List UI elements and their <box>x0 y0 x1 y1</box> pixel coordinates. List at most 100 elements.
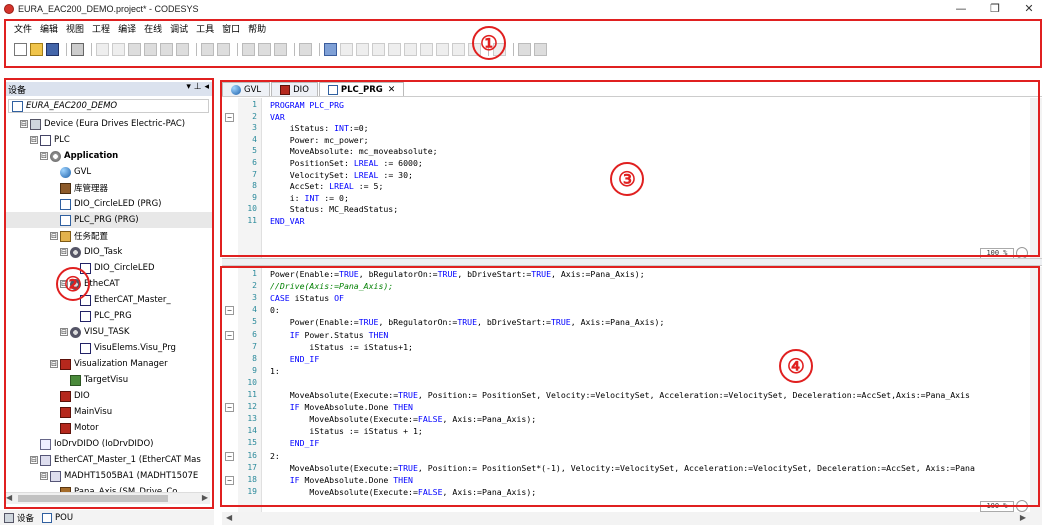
cart-icon[interactable] <box>534 42 547 56</box>
editor-splitter[interactable] <box>222 258 1042 266</box>
undo-icon[interactable] <box>96 42 109 56</box>
add-object-icon[interactable] <box>258 42 271 56</box>
paste-icon[interactable] <box>160 42 173 56</box>
tab-dio[interactable]: DIO <box>271 82 318 96</box>
implementation-zoom-level[interactable]: 100 % <box>980 501 1014 512</box>
tree-item[interactable]: ⊟ VISU_TASK <box>4 324 213 340</box>
scroll-right-arrow-icon[interactable]: ▶ <box>1020 513 1026 522</box>
tree-item[interactable]: ⊟ Device (Eura Drives Electric-PAC) <box>4 116 213 132</box>
zoom-magnifier-icon[interactable] <box>1016 500 1028 512</box>
tree-item[interactable]: VisuElems.Visu_Prg <box>4 340 213 356</box>
tree-item[interactable]: IoDrvDIDO (IoDrvDIDO) <box>4 436 213 452</box>
menu-file[interactable]: 文件 <box>14 22 32 35</box>
tree-item[interactable]: ⊟ 任务配置 <box>4 228 213 244</box>
collapse-toggle-icon[interactable]: ⊟ <box>30 136 38 144</box>
menu-edit[interactable]: 编辑 <box>40 22 58 35</box>
tree-item[interactable]: TargetVisu <box>4 372 213 388</box>
fold-toggle-icon[interactable]: − <box>225 112 234 122</box>
start-icon[interactable] <box>356 42 369 56</box>
logout-icon[interactable] <box>340 42 353 56</box>
redo-icon[interactable] <box>112 42 125 56</box>
tree-item[interactable]: Motor <box>4 420 213 436</box>
delete-icon[interactable] <box>176 42 189 56</box>
tree-item[interactable]: 库管理器 <box>4 180 213 196</box>
tree-item[interactable]: ⊟ EtherCAT_Master_1 (EtherCAT Mas <box>4 452 213 468</box>
menu-build[interactable]: 编译 <box>118 22 136 35</box>
collapse-toggle-icon[interactable]: ⊟ <box>40 152 48 160</box>
maximize-button[interactable]: ❐ <box>978 0 1012 18</box>
step-out-icon[interactable] <box>452 42 465 56</box>
fold-toggle-icon[interactable]: − <box>225 403 234 413</box>
open-project-icon[interactable] <box>30 42 43 56</box>
project-root-selector[interactable]: EURA_EAC200_DEMO <box>8 99 209 113</box>
menu-debug[interactable]: 调试 <box>170 22 188 35</box>
minimize-button[interactable]: — <box>944 0 978 18</box>
tree-item[interactable]: DIO_CircleLED <box>4 260 213 276</box>
new-project-icon[interactable] <box>14 42 27 56</box>
declaration-vertical-scrollbar[interactable] <box>1030 98 1042 258</box>
menu-help[interactable]: 帮助 <box>248 22 266 35</box>
tree-item[interactable]: GVL <box>4 164 213 180</box>
tree-item[interactable]: ⊟ Visualization Manager <box>4 356 213 372</box>
menu-project[interactable]: 工程 <box>92 22 110 35</box>
tree-item[interactable]: PLC_PRG (PRG) <box>4 212 213 228</box>
menu-view[interactable]: 视图 <box>66 22 84 35</box>
scroll-left-arrow-icon[interactable]: ◀ <box>6 493 12 502</box>
build-icon[interactable] <box>242 42 255 56</box>
menu-tools[interactable]: 工具 <box>196 22 214 35</box>
copy-icon[interactable] <box>144 42 157 56</box>
menu-online[interactable]: 在线 <box>144 22 162 35</box>
tab-gvl[interactable]: GVL <box>222 82 271 96</box>
panel-header-buttons[interactable]: ▾ ⊥ ◂ <box>186 82 209 92</box>
print-icon[interactable] <box>71 42 84 56</box>
devices-horizontal-scrollbar[interactable]: ◀ ▶ <box>4 492 210 504</box>
tree-item[interactable]: ⊟ EtheCAT <box>4 276 213 292</box>
tab-devices[interactable]: 设备 <box>4 512 34 524</box>
tree-item[interactable]: ⊟ MADHT1505BA1 (MADHT1507E <box>4 468 213 484</box>
tree-item[interactable]: DIO_CircleLED (PRG) <box>4 196 213 212</box>
tree-item[interactable]: ⊟ Application <box>4 148 213 164</box>
stop-icon[interactable] <box>372 42 385 56</box>
tab-plc-prg[interactable]: PLC_PRG ✕ <box>318 82 405 96</box>
login-icon[interactable] <box>324 42 337 56</box>
tree-item[interactable]: MainVisu <box>4 404 213 420</box>
scroll-left-arrow-icon[interactable]: ◀ <box>226 513 232 522</box>
tree-item[interactable]: ⊟ PLC <box>4 132 213 148</box>
collapse-toggle-icon[interactable]: ⊟ <box>50 232 58 240</box>
cut-icon[interactable] <box>128 42 141 56</box>
zoom-magnifier-icon[interactable] <box>1016 247 1028 258</box>
replace-icon[interactable] <box>217 42 230 56</box>
collapse-toggle-icon[interactable]: ⊟ <box>50 360 58 368</box>
find-icon[interactable] <box>201 42 214 56</box>
tree-item[interactable]: DIO <box>4 388 213 404</box>
device-scan-icon[interactable] <box>518 42 531 56</box>
collapse-toggle-icon[interactable]: ⊟ <box>40 472 48 480</box>
tab-pou[interactable]: POU <box>42 512 73 523</box>
scroll-right-arrow-icon[interactable]: ▶ <box>202 493 208 502</box>
properties-icon[interactable] <box>274 42 287 56</box>
fold-toggle-icon[interactable]: − <box>225 306 234 316</box>
collapse-toggle-icon[interactable]: ⊟ <box>30 456 38 464</box>
close-tab-icon[interactable]: ✕ <box>388 85 396 95</box>
collapse-toggle-icon[interactable]: ⊟ <box>60 248 68 256</box>
window-layout-icon[interactable] <box>299 42 312 56</box>
collapse-toggle-icon[interactable]: ⊟ <box>20 120 28 128</box>
breakpoint-icon[interactable] <box>404 42 417 56</box>
tree-item[interactable]: PLC_PRG <box>4 308 213 324</box>
implementation-editor[interactable]: − − − − − 1 2 3 4 5 6 7 8 9 10 11 12 13 14 15 16 17 18 19 Powe… <box>222 267 1030 512</box>
step-into-icon[interactable] <box>436 42 449 56</box>
scroll-thumb[interactable] <box>18 495 168 502</box>
fold-toggle-icon[interactable]: − <box>225 475 234 485</box>
collapse-toggle-icon[interactable]: ⊟ <box>60 328 68 336</box>
reset-icon[interactable] <box>388 42 401 56</box>
implementation-vertical-scrollbar[interactable] <box>1030 267 1042 512</box>
tree-item[interactable]: ⊟ DIO_Task <box>4 244 213 260</box>
fold-toggle-icon[interactable]: − <box>225 330 234 340</box>
save-icon[interactable] <box>46 42 59 56</box>
menu-window[interactable]: 窗口 <box>222 22 240 35</box>
implementation-horizontal-scrollbar[interactable]: ◀ ▶ <box>222 512 1042 525</box>
close-button[interactable]: ✕ <box>1012 0 1046 18</box>
tree-item[interactable]: EtherCAT_Master_ <box>4 292 213 308</box>
declaration-zoom-level[interactable]: 100 % <box>980 248 1014 258</box>
step-over-icon[interactable] <box>420 42 433 56</box>
